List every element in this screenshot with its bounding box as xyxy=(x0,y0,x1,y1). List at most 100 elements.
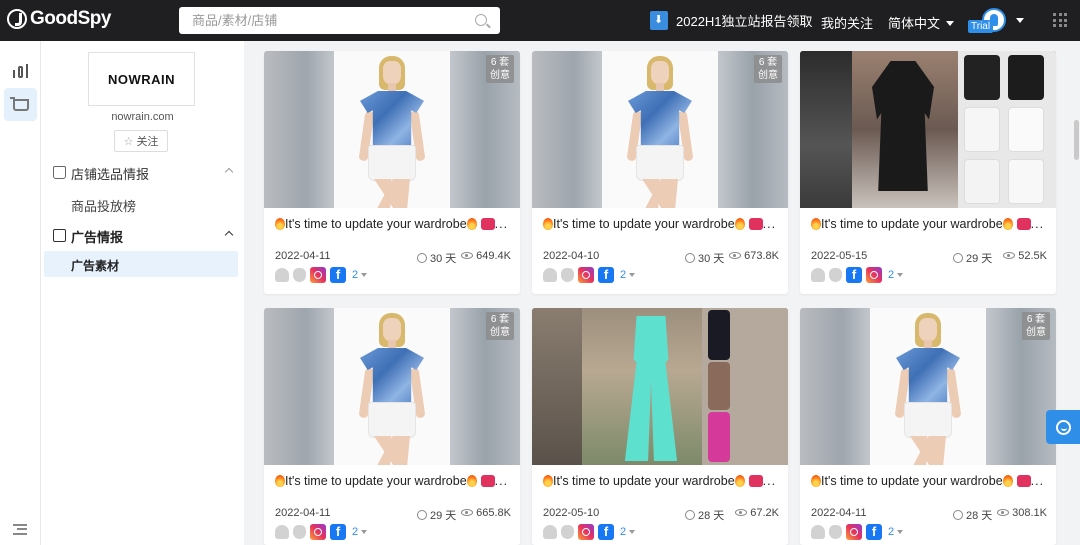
creative-count-badge: 6 套创意 xyxy=(1022,312,1050,340)
facebook-icon: f xyxy=(598,524,614,540)
ad-title[interactable]: It's time to update your wardrobe... xyxy=(275,217,511,231)
ad-card[interactable]: It's time to update your wardrobe... 202… xyxy=(800,51,1056,294)
ad-thumbnail[interactable] xyxy=(800,51,1056,208)
ad-card[interactable]: 6 套创意 It's time to update your wardrobe.… xyxy=(264,51,520,294)
ad-date: 2022-04-11 xyxy=(811,507,867,519)
language-selector[interactable]: 简体中文 xyxy=(888,13,955,32)
clock-icon xyxy=(685,253,695,263)
instagram-icon xyxy=(310,267,326,283)
facebook-icon: f xyxy=(330,267,346,283)
platform-list: f2 xyxy=(811,524,903,540)
creative-count-badge: 6 套创意 xyxy=(754,55,782,83)
heart-emoji-icon xyxy=(1016,475,1031,487)
eye-icon xyxy=(735,509,748,516)
chat-icon xyxy=(1055,419,1071,435)
user-avatar[interactable]: Trial xyxy=(968,6,1008,34)
ad-thumbnail[interactable]: 6 套创意 xyxy=(264,51,520,208)
android-icon xyxy=(275,268,289,282)
facebook-icon: f xyxy=(598,267,614,283)
ad-title[interactable]: It's time to update your wardrobe... xyxy=(543,217,779,231)
follow-button[interactable]: ☆ 关注 xyxy=(114,130,168,152)
fire-emoji-icon xyxy=(466,475,477,487)
store-domain[interactable]: nowrain.com xyxy=(41,111,244,123)
ad-title[interactable]: It's time to update your wardrobe... xyxy=(811,474,1047,488)
eye-icon xyxy=(997,509,1010,516)
clock-icon xyxy=(953,253,963,263)
heart-emoji-icon xyxy=(748,475,763,487)
apple-icon xyxy=(293,268,306,282)
more-platforms-dropdown[interactable]: 2 xyxy=(888,269,903,281)
rail-item-analytics[interactable] xyxy=(4,54,37,87)
scrollbar-thumb[interactable] xyxy=(1074,120,1079,160)
ad-title[interactable]: It's time to update your wardrobe... xyxy=(543,474,779,488)
ad-duration: 30 天 xyxy=(685,250,724,266)
more-platforms-dropdown[interactable]: 2 xyxy=(352,526,367,538)
heart-emoji-icon xyxy=(480,475,495,487)
android-icon xyxy=(543,525,557,539)
menu-item-label: 广告素材 xyxy=(71,259,120,273)
follow-label: 关注 xyxy=(136,136,159,148)
instagram-icon xyxy=(578,524,594,540)
facebook-icon: f xyxy=(330,524,346,540)
collapse-menu-icon[interactable] xyxy=(13,524,27,535)
clock-icon xyxy=(417,510,427,520)
ad-views: 665.8K xyxy=(461,507,511,519)
android-icon xyxy=(811,268,825,282)
android-icon xyxy=(543,268,557,282)
my-follows-link[interactable]: 我的关注 xyxy=(821,13,873,32)
more-platforms-dropdown[interactable]: 2 xyxy=(888,526,903,538)
fire-emoji-icon xyxy=(275,218,285,230)
goodspy-logo[interactable]: GoodSpy xyxy=(7,8,111,30)
ad-thumbnail[interactable]: 6 套创意 xyxy=(800,308,1056,465)
menu-item-ad-creatives[interactable]: 广告素材 xyxy=(44,251,238,277)
instagram-icon xyxy=(578,267,594,283)
ad-card[interactable]: 6 套创意 It's time to update your wardrobe.… xyxy=(532,51,788,294)
rail-item-store[interactable] xyxy=(4,88,37,121)
chevron-down-icon xyxy=(946,21,955,26)
eye-icon xyxy=(729,252,742,259)
ad-views: 52.5K xyxy=(1003,250,1047,262)
ad-thumbnail[interactable]: 6 套创意 xyxy=(264,308,520,465)
ad-thumbnail[interactable]: 6 套创意 xyxy=(532,51,788,208)
ad-date: 2022-05-15 xyxy=(811,250,868,262)
store-logo: NOWRAIN xyxy=(88,52,195,106)
user-menu-chevron-icon[interactable] xyxy=(1016,18,1024,23)
fire-emoji-icon xyxy=(811,475,821,487)
ad-title[interactable]: It's time to update your wardrobe... xyxy=(275,474,511,488)
language-label: 简体中文 xyxy=(888,16,941,31)
ad-duration: 29 天 xyxy=(417,507,456,523)
menu-group-ad-intel[interactable]: 广告情报 xyxy=(41,224,244,248)
menu-group-label: 店铺选品情报 xyxy=(71,166,150,182)
menu-group-store-intel[interactable]: 店铺选品情报 xyxy=(41,161,244,185)
ad-card[interactable]: 6 套创意 It's time to update your wardrobe.… xyxy=(800,308,1056,545)
more-platforms-dropdown[interactable]: 2 xyxy=(620,269,635,281)
platform-list: f2 xyxy=(275,267,367,283)
apps-grid-icon[interactable] xyxy=(1053,13,1067,27)
ad-title[interactable]: It's time to update your wardrobe... xyxy=(811,217,1047,231)
menu-item-product-ranking[interactable]: 商品投放榜 xyxy=(71,196,136,215)
more-platforms-dropdown[interactable]: 2 xyxy=(620,526,635,538)
instagram-icon xyxy=(846,524,862,540)
report-label: 2022H1独立站报告领取 xyxy=(676,14,813,29)
ad-duration: 28 天 xyxy=(685,507,724,523)
ad-card[interactable]: 6 套创意 It's time to update your wardrobe.… xyxy=(264,308,520,545)
creative-count-badge: 6 套创意 xyxy=(486,55,514,83)
fire-emoji-icon xyxy=(734,475,745,487)
goodspy-logo-icon xyxy=(7,9,27,29)
search-input[interactable] xyxy=(179,7,459,34)
platform-list: f2 xyxy=(543,524,635,540)
android-icon xyxy=(811,525,825,539)
platform-list: f2 xyxy=(811,267,903,283)
fire-emoji-icon xyxy=(734,218,745,230)
apple-icon xyxy=(829,268,842,282)
ad-thumbnail[interactable] xyxy=(532,308,788,465)
chevron-up-icon xyxy=(224,230,234,240)
chat-support-button[interactable] xyxy=(1046,410,1080,444)
ad-card[interactable]: It's time to update your wardrobe... 202… xyxy=(532,308,788,545)
more-platforms-dropdown[interactable]: 2 xyxy=(352,269,367,281)
brand-name: GoodSpy xyxy=(30,8,111,29)
top-bar: GoodSpy 2022H1独立站报告领取 我的关注 简体中文 Trial xyxy=(0,0,1080,41)
instagram-icon xyxy=(866,267,882,283)
search-icon[interactable] xyxy=(475,14,487,26)
report-link[interactable]: 2022H1独立站报告领取 xyxy=(650,11,813,30)
